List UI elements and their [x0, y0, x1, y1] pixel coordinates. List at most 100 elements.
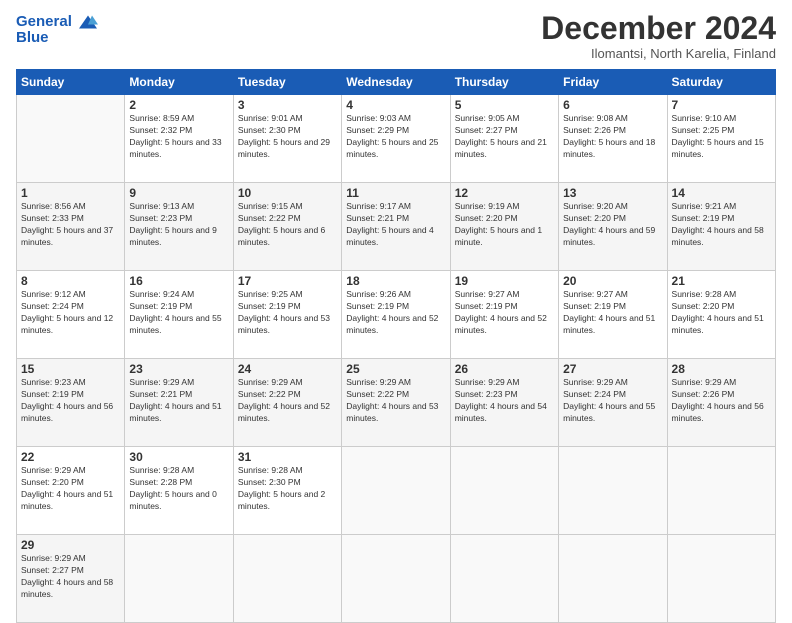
col-saturday: Saturday: [667, 70, 775, 95]
sunset: Sunset: 2:26 PM: [563, 125, 662, 137]
day-number: 8: [21, 274, 120, 288]
day-info: Sunrise: 9:28 AM Sunset: 2:20 PM Dayligh…: [672, 289, 771, 337]
day-info: Sunrise: 9:28 AM Sunset: 2:30 PM Dayligh…: [238, 465, 337, 513]
sunset: Sunset: 2:19 PM: [455, 301, 554, 313]
calendar-cell: 3 Sunrise: 9:01 AM Sunset: 2:30 PM Dayli…: [233, 95, 341, 183]
calendar-cell: 10 Sunrise: 9:15 AM Sunset: 2:22 PM Dayl…: [233, 183, 341, 271]
day-info: Sunrise: 9:27 AM Sunset: 2:19 PM Dayligh…: [455, 289, 554, 337]
calendar-cell: 15 Sunrise: 9:23 AM Sunset: 2:19 PM Dayl…: [17, 359, 125, 447]
sunset: Sunset: 2:27 PM: [455, 125, 554, 137]
title-area: December 2024 Ilomantsi, North Karelia, …: [541, 12, 776, 61]
day-number: 23: [129, 362, 228, 376]
day-info: Sunrise: 9:19 AM Sunset: 2:20 PM Dayligh…: [455, 201, 554, 249]
sunset: Sunset: 2:25 PM: [672, 125, 771, 137]
day-info: Sunrise: 9:28 AM Sunset: 2:28 PM Dayligh…: [129, 465, 228, 513]
calendar-cell: 26 Sunrise: 9:29 AM Sunset: 2:23 PM Dayl…: [450, 359, 558, 447]
day-number: 20: [563, 274, 662, 288]
calendar-cell: 19 Sunrise: 9:27 AM Sunset: 2:19 PM Dayl…: [450, 271, 558, 359]
day-info: Sunrise: 9:27 AM Sunset: 2:19 PM Dayligh…: [563, 289, 662, 337]
day-info: Sunrise: 9:29 AM Sunset: 2:22 PM Dayligh…: [238, 377, 337, 425]
calendar-cell: 23 Sunrise: 9:29 AM Sunset: 2:21 PM Dayl…: [125, 359, 233, 447]
day-number: 28: [672, 362, 771, 376]
sunset: Sunset: 2:24 PM: [21, 301, 120, 313]
sunset: Sunset: 2:29 PM: [346, 125, 445, 137]
sunrise: Sunrise: 9:29 AM: [672, 377, 771, 389]
day-number: 19: [455, 274, 554, 288]
col-tuesday: Tuesday: [233, 70, 341, 95]
calendar-cell: 29 Sunrise: 9:29 AM Sunset: 2:27 PM Dayl…: [17, 535, 125, 623]
sunrise: Sunrise: 9:15 AM: [238, 201, 337, 213]
calendar-week-1: 1 Sunrise: 8:56 AM Sunset: 2:33 PM Dayli…: [17, 183, 776, 271]
sunrise: Sunrise: 8:59 AM: [129, 113, 228, 125]
daylight: Daylight: 4 hours and 52 minutes.: [346, 313, 445, 337]
calendar: Sunday Monday Tuesday Wednesday Thursday…: [16, 69, 776, 623]
daylight: Daylight: 4 hours and 56 minutes.: [672, 401, 771, 425]
calendar-cell: 9 Sunrise: 9:13 AM Sunset: 2:23 PM Dayli…: [125, 183, 233, 271]
sunrise: Sunrise: 9:29 AM: [21, 553, 120, 565]
sunrise: Sunrise: 9:29 AM: [129, 377, 228, 389]
day-info: Sunrise: 9:20 AM Sunset: 2:20 PM Dayligh…: [563, 201, 662, 249]
sunset: Sunset: 2:22 PM: [346, 389, 445, 401]
calendar-cell: [125, 535, 233, 623]
sunset: Sunset: 2:22 PM: [238, 389, 337, 401]
sunrise: Sunrise: 9:01 AM: [238, 113, 337, 125]
sunrise: Sunrise: 9:25 AM: [238, 289, 337, 301]
day-number: 15: [21, 362, 120, 376]
day-number: 7: [672, 98, 771, 112]
sunset: Sunset: 2:26 PM: [672, 389, 771, 401]
calendar-cell: 13 Sunrise: 9:20 AM Sunset: 2:20 PM Dayl…: [559, 183, 667, 271]
calendar-cell: [342, 535, 450, 623]
calendar-cell: 24 Sunrise: 9:29 AM Sunset: 2:22 PM Dayl…: [233, 359, 341, 447]
calendar-cell: 8 Sunrise: 9:12 AM Sunset: 2:24 PM Dayli…: [17, 271, 125, 359]
calendar-cell: [450, 447, 558, 535]
day-number: 6: [563, 98, 662, 112]
daylight: Daylight: 4 hours and 51 minutes.: [672, 313, 771, 337]
day-number: 26: [455, 362, 554, 376]
sunrise: Sunrise: 9:19 AM: [455, 201, 554, 213]
day-number: 3: [238, 98, 337, 112]
daylight: Daylight: 4 hours and 51 minutes.: [129, 401, 228, 425]
calendar-cell: 14 Sunrise: 9:21 AM Sunset: 2:19 PM Dayl…: [667, 183, 775, 271]
calendar-cell: 16 Sunrise: 9:24 AM Sunset: 2:19 PM Dayl…: [125, 271, 233, 359]
day-info: Sunrise: 9:03 AM Sunset: 2:29 PM Dayligh…: [346, 113, 445, 161]
sunset: Sunset: 2:19 PM: [21, 389, 120, 401]
calendar-header-row: Sunday Monday Tuesday Wednesday Thursday…: [17, 70, 776, 95]
calendar-cell: 17 Sunrise: 9:25 AM Sunset: 2:19 PM Dayl…: [233, 271, 341, 359]
day-number: 22: [21, 450, 120, 464]
sunrise: Sunrise: 9:26 AM: [346, 289, 445, 301]
day-number: 1: [21, 186, 120, 200]
calendar-week-0: 2 Sunrise: 8:59 AM Sunset: 2:32 PM Dayli…: [17, 95, 776, 183]
day-info: Sunrise: 9:29 AM Sunset: 2:22 PM Dayligh…: [346, 377, 445, 425]
day-info: Sunrise: 8:59 AM Sunset: 2:32 PM Dayligh…: [129, 113, 228, 161]
day-number: 11: [346, 186, 445, 200]
sunset: Sunset: 2:22 PM: [238, 213, 337, 225]
sunset: Sunset: 2:20 PM: [21, 477, 120, 489]
sunrise: Sunrise: 9:17 AM: [346, 201, 445, 213]
daylight: Daylight: 4 hours and 58 minutes.: [21, 577, 120, 601]
col-monday: Monday: [125, 70, 233, 95]
day-info: Sunrise: 9:21 AM Sunset: 2:19 PM Dayligh…: [672, 201, 771, 249]
day-number: 10: [238, 186, 337, 200]
daylight: Daylight: 5 hours and 18 minutes.: [563, 137, 662, 161]
calendar-cell: 25 Sunrise: 9:29 AM Sunset: 2:22 PM Dayl…: [342, 359, 450, 447]
sunrise: Sunrise: 9:03 AM: [346, 113, 445, 125]
calendar-cell: 28 Sunrise: 9:29 AM Sunset: 2:26 PM Dayl…: [667, 359, 775, 447]
day-number: 16: [129, 274, 228, 288]
day-info: Sunrise: 9:17 AM Sunset: 2:21 PM Dayligh…: [346, 201, 445, 249]
day-number: 24: [238, 362, 337, 376]
daylight: Daylight: 4 hours and 58 minutes.: [672, 225, 771, 249]
sunset: Sunset: 2:24 PM: [563, 389, 662, 401]
day-number: 29: [21, 538, 120, 552]
daylight: Daylight: 5 hours and 25 minutes.: [346, 137, 445, 161]
location: Ilomantsi, North Karelia, Finland: [541, 46, 776, 61]
day-info: Sunrise: 9:10 AM Sunset: 2:25 PM Dayligh…: [672, 113, 771, 161]
day-number: 13: [563, 186, 662, 200]
day-number: 18: [346, 274, 445, 288]
day-number: 27: [563, 362, 662, 376]
sunrise: Sunrise: 9:29 AM: [238, 377, 337, 389]
daylight: Daylight: 5 hours and 9 minutes.: [129, 225, 228, 249]
sunrise: Sunrise: 9:27 AM: [455, 289, 554, 301]
col-friday: Friday: [559, 70, 667, 95]
day-number: 14: [672, 186, 771, 200]
sunset: Sunset: 2:19 PM: [238, 301, 337, 313]
